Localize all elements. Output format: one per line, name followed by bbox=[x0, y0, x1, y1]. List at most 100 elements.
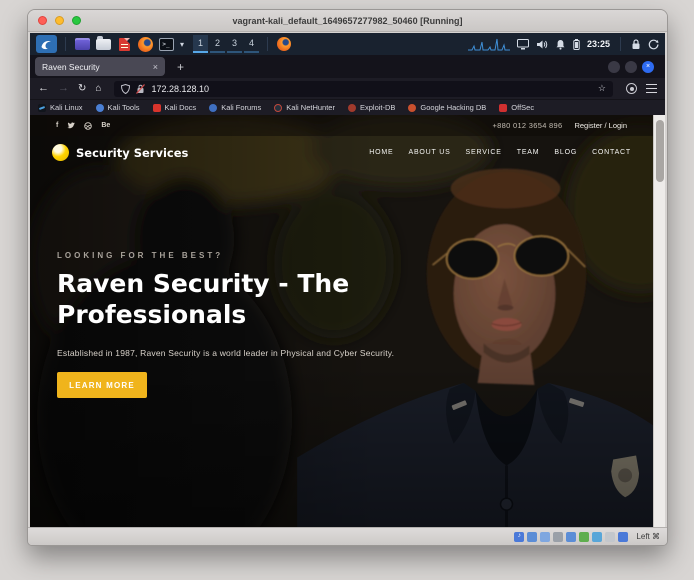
url-text[interactable]: 172.28.128.10 bbox=[151, 84, 591, 94]
vbox-network-icon[interactable] bbox=[553, 532, 563, 542]
firefox-toolbar: ← → ↻ ⌂ 172.28.128.10 ☆ bbox=[30, 78, 665, 99]
workspace-2[interactable]: 2 bbox=[210, 35, 225, 53]
logout-power-icon[interactable] bbox=[648, 39, 659, 50]
menu-item-team[interactable]: TEAM bbox=[517, 149, 540, 156]
menu-item-home[interactable]: HOME bbox=[369, 149, 393, 156]
new-tab-button[interactable]: + bbox=[177, 60, 184, 74]
bookmark-kali-docs[interactable]: Kali Docs bbox=[153, 103, 197, 112]
kali-menu-button[interactable] bbox=[36, 35, 57, 53]
hero-subtitle: Established in 1987, Raven Security is a… bbox=[57, 348, 394, 358]
vbox-status-bar: ♪ Left ⌘ bbox=[28, 527, 667, 545]
vbox-mouse-icon[interactable] bbox=[618, 532, 628, 542]
facebook-icon[interactable]: f bbox=[56, 122, 58, 129]
vm-window-title: vagrant-kali_default_1649657277982_50460… bbox=[28, 16, 667, 26]
site-topbar: f Be +880 012 3654 896 Register / Login bbox=[30, 115, 653, 136]
workspace-3[interactable]: 3 bbox=[227, 35, 242, 53]
exploit-db-favicon bbox=[348, 104, 356, 112]
kali-linux-favicon bbox=[38, 104, 46, 112]
tab-raven-security[interactable]: Raven Security × bbox=[35, 57, 165, 76]
tracking-shield-icon[interactable] bbox=[121, 84, 130, 94]
vm-display: >_ ▾ 1 2 3 4 bbox=[30, 33, 665, 527]
dribbble-icon[interactable] bbox=[84, 122, 92, 130]
bookmark-kali-nethunter[interactable]: Kali NetHunter bbox=[274, 103, 335, 112]
kali-dragon-icon bbox=[40, 38, 53, 51]
menu-item-about-us[interactable]: ABOUT US bbox=[408, 149, 450, 156]
file-manager-icon[interactable] bbox=[95, 36, 111, 52]
bookmark-kali-forums[interactable]: Kali Forums bbox=[209, 103, 261, 112]
bookmark-exploit-db[interactable]: Exploit-DB bbox=[348, 103, 395, 112]
kali-tools-favicon bbox=[96, 104, 104, 112]
vbox-recording-icon[interactable] bbox=[605, 532, 615, 542]
vbox-usb-icon[interactable] bbox=[566, 532, 576, 542]
behance-icon[interactable]: Be bbox=[101, 122, 110, 129]
workspace-1[interactable]: 1 bbox=[193, 35, 208, 53]
bookmark-star-icon[interactable]: ☆ bbox=[598, 83, 606, 94]
register-login-link[interactable]: Register / Login bbox=[574, 121, 627, 130]
cpu-graph-icon[interactable] bbox=[468, 37, 510, 51]
reload-button[interactable]: ↻ bbox=[78, 84, 86, 94]
terminal-launcher-icon[interactable]: >_ bbox=[158, 36, 174, 52]
account-icon[interactable] bbox=[626, 83, 637, 94]
forward-button[interactable]: → bbox=[58, 83, 69, 94]
url-bar[interactable]: 172.28.128.10 ☆ bbox=[114, 81, 613, 97]
page-scrollbar[interactable] bbox=[653, 115, 665, 527]
firefox-taskbar-item[interactable] bbox=[276, 36, 292, 52]
panel-separator bbox=[267, 37, 268, 51]
home-button[interactable]: ⌂ bbox=[95, 84, 101, 94]
bookmark-google-hacking-db[interactable]: Google Hacking DB bbox=[408, 103, 486, 112]
brand[interactable]: Security Services bbox=[52, 144, 188, 161]
battery-icon[interactable] bbox=[573, 39, 580, 50]
vbox-hdd-icon[interactable]: ♪ bbox=[514, 532, 524, 542]
hero-title: Raven Security - The Professionals bbox=[57, 268, 477, 330]
brand-name: Security Services bbox=[76, 146, 188, 160]
vbox-shared-folders-icon[interactable] bbox=[579, 532, 589, 542]
clock[interactable]: 23:25 bbox=[587, 39, 610, 49]
vm-titlebar[interactable]: vagrant-kali_default_1649657277982_50460… bbox=[28, 10, 667, 32]
kali-forums-favicon bbox=[209, 104, 217, 112]
lock-screen-icon[interactable] bbox=[631, 39, 641, 50]
kali-nethunter-favicon bbox=[274, 104, 282, 112]
vbox-display-icon[interactable] bbox=[592, 532, 602, 542]
workspace-switcher-icon[interactable] bbox=[74, 36, 90, 52]
tab-close-icon[interactable]: × bbox=[153, 62, 158, 72]
vbox-optical-icon[interactable] bbox=[527, 532, 537, 542]
chevron-down-icon[interactable]: ▾ bbox=[180, 40, 184, 49]
learn-more-button[interactable]: LEARN MORE bbox=[57, 372, 147, 398]
firefox-tab-bar: Raven Security × + × bbox=[30, 55, 665, 78]
brand-logo-icon bbox=[52, 144, 69, 161]
main-menu: HOME ABOUT US SERVICE TEAM BLOG CONTACT bbox=[369, 149, 631, 156]
firefox-launcher-icon[interactable] bbox=[137, 36, 153, 52]
twitter-icon[interactable] bbox=[67, 122, 75, 129]
menu-item-service[interactable]: SERVICE bbox=[466, 149, 502, 156]
menu-item-blog[interactable]: BLOG bbox=[554, 149, 577, 156]
firefox-minimize-button[interactable] bbox=[608, 61, 620, 73]
tab-title: Raven Security bbox=[42, 62, 147, 72]
bookmark-kali-linux[interactable]: Kali Linux bbox=[38, 103, 83, 112]
back-button[interactable]: ← bbox=[38, 83, 49, 94]
display-settings-icon[interactable] bbox=[517, 39, 529, 50]
workspace-4[interactable]: 4 bbox=[244, 35, 259, 53]
menu-item-contact[interactable]: CONTACT bbox=[592, 149, 631, 156]
site-nav: Security Services HOME ABOUT US SERVICE … bbox=[30, 136, 653, 169]
host-key-label: Left ⌘ bbox=[636, 532, 660, 541]
scrollbar-thumb[interactable] bbox=[656, 120, 664, 182]
notifications-bell-icon[interactable] bbox=[555, 39, 566, 50]
panel-separator bbox=[620, 37, 621, 51]
bookmark-kali-tools[interactable]: Kali Tools bbox=[96, 103, 140, 112]
firefox-maximize-button[interactable] bbox=[625, 61, 637, 73]
bookmark-offsec[interactable]: OffSec bbox=[499, 103, 534, 112]
kali-panel: >_ ▾ 1 2 3 4 bbox=[30, 33, 665, 55]
phone-number: +880 012 3654 896 bbox=[493, 121, 563, 130]
firefox-close-button[interactable]: × bbox=[642, 61, 654, 73]
volume-icon[interactable] bbox=[536, 39, 548, 50]
text-editor-icon[interactable] bbox=[116, 36, 132, 52]
menu-hamburger-icon[interactable] bbox=[646, 84, 657, 93]
virtualbox-window: vagrant-kali_default_1649657277982_50460… bbox=[27, 9, 668, 546]
page-viewport: f Be +880 012 3654 896 Register / Login bbox=[30, 115, 665, 527]
vbox-audio-icon[interactable] bbox=[540, 532, 550, 542]
panel-separator bbox=[65, 37, 66, 51]
bookmarks-bar: Kali Linux Kali Tools Kali Docs Kali For… bbox=[30, 99, 665, 115]
offsec-favicon bbox=[499, 104, 507, 112]
kali-docs-favicon bbox=[153, 104, 161, 112]
insecure-lock-icon[interactable] bbox=[136, 84, 145, 94]
